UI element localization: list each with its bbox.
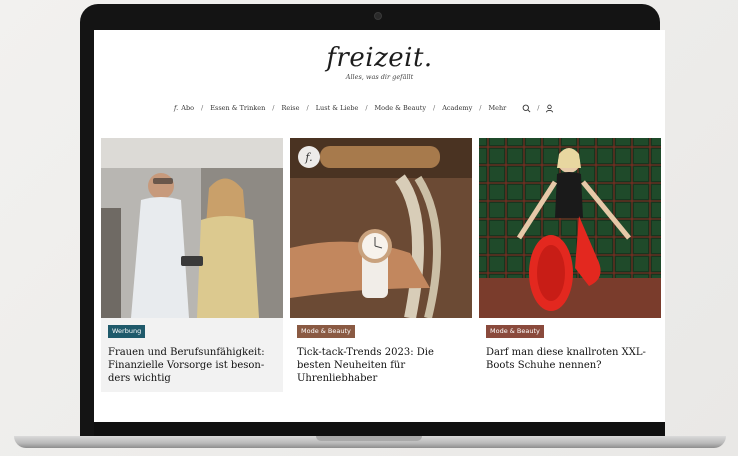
article-card[interactable]: Mode & Beauty Darf man diese knallroten … (479, 138, 661, 392)
nav-item-lust-liebe[interactable]: Lust & Liebe (316, 104, 359, 112)
nav-separator: / (272, 104, 275, 112)
camera-icon (374, 12, 382, 20)
screen: freizeit. Alles, was dir gefällt f. Abo … (94, 30, 665, 422)
nav-separator: / (365, 104, 368, 112)
site-logo[interactable]: freizeit. (94, 44, 665, 72)
nav-item-mode-beauty[interactable]: Mode & Beauty (375, 104, 426, 112)
category-badge[interactable]: Mode & Beauty (297, 325, 355, 338)
nav-item-reise[interactable]: Reise (281, 104, 299, 112)
laptop-notch (316, 436, 422, 441)
category-badge[interactable]: Mode & Beauty (486, 325, 544, 338)
abo-logo-icon[interactable]: f. (174, 104, 178, 112)
article-image[interactable] (101, 138, 283, 318)
nav-item-mehr[interactable]: Mehr (488, 104, 506, 112)
user-icon[interactable] (545, 104, 554, 113)
category-badge[interactable]: Werbung (108, 325, 146, 338)
brand-mark-icon: f. (298, 146, 320, 168)
article-image[interactable]: f. (290, 138, 472, 318)
article-card[interactable]: Werbung Frauen und Berufsunfähigkeit: Fi… (101, 138, 283, 392)
article-title[interactable]: Tick-tack-Trends 2023: Die besten Neuhei… (297, 346, 467, 385)
article-image[interactable] (479, 138, 661, 318)
article-card[interactable]: f. Mode & Beauty Tick-tack-Trends 2023: … (290, 138, 472, 392)
nav-separator: / (537, 104, 540, 112)
article-title[interactable]: Darf man diese knallroten XXL-Boots Schu… (486, 346, 656, 372)
nav-separator: / (306, 104, 309, 112)
brand-header: freizeit. Alles, was dir gefällt (94, 44, 665, 81)
nav-item-abo[interactable]: Abo (181, 104, 194, 112)
nav-separator: / (479, 104, 482, 112)
main-nav: f. Abo / Essen & Trinken / Reise / Lust … (174, 102, 614, 114)
nav-separator: / (433, 104, 436, 112)
article-title[interactable]: Frauen und Berufsunfähigkeit: Finanziell… (108, 346, 278, 385)
search-icon[interactable] (522, 104, 531, 113)
screen-bezel (94, 422, 665, 436)
nav-item-academy[interactable]: Academy (442, 104, 472, 112)
nav-item-essen-trinken[interactable]: Essen & Trinken (210, 104, 265, 112)
nav-separator: / (201, 104, 204, 112)
site-tagline: Alles, was dir gefällt (345, 73, 414, 81)
